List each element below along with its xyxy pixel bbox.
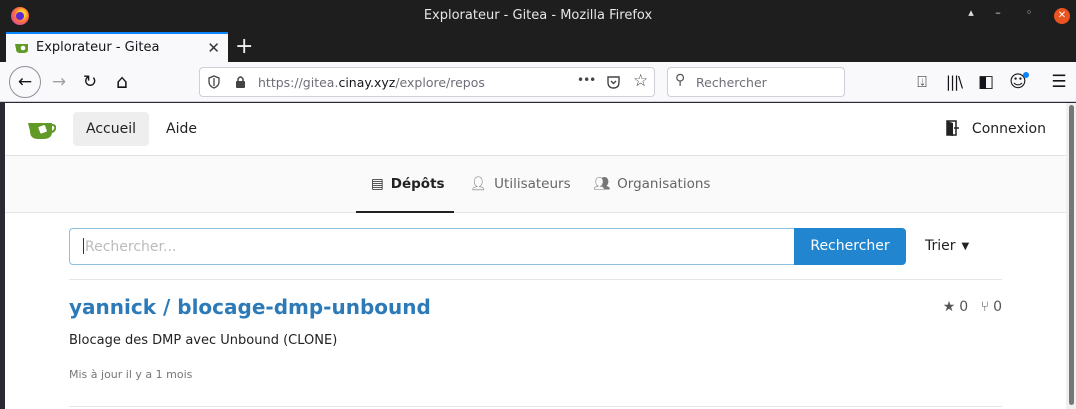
repo-search-input[interactable]: Rechercher... [69, 228, 794, 265]
bookmark-star-icon[interactable]: ☆ [633, 71, 648, 91]
window-close-button[interactable]: ✕ [1054, 8, 1070, 24]
tab-repositories-label: Dépôts [390, 176, 445, 192]
browser-toolbar: ← → ↻ ⌂ https://gitea.cinay.xyz/explore/… [0, 62, 1076, 102]
back-button[interactable]: ← [9, 66, 41, 98]
web-search-placeholder: Rechercher [696, 75, 767, 90]
browser-tab[interactable]: Explorateur - Gitea ✕ [6, 32, 228, 62]
repo-description: Blocage des DMP avec Unbound (CLONE) [69, 333, 338, 348]
tab-users[interactable]: 👤︎ Utilisateurs [470, 176, 571, 192]
page-scrollbar[interactable] [1066, 103, 1076, 409]
shield-icon[interactable] [208, 75, 220, 89]
sort-label: Trier [925, 238, 956, 254]
search-button[interactable]: Rechercher [794, 228, 906, 265]
site-header: Accueil Aide Connexion [5, 103, 1066, 156]
gitea-logo-icon[interactable] [26, 119, 56, 141]
divider [69, 279, 1002, 280]
new-tab-button[interactable]: + [235, 34, 253, 59]
repo-book-icon: ▤ [371, 176, 384, 192]
page-actions-icon[interactable]: ••• [577, 73, 596, 87]
pocket-icon[interactable] [606, 75, 621, 90]
repo-updated-time: Mis à jour il y a 1 mois [69, 368, 193, 381]
library-icon[interactable]: |||\ [940, 68, 968, 96]
divider [69, 406, 1002, 407]
repo-search-placeholder: Rechercher... [85, 239, 177, 255]
web-search-input[interactable]: ⚲ Rechercher [667, 67, 845, 97]
nav-home-link[interactable]: Accueil [73, 112, 149, 146]
explore-tabs: ▤ Dépôts 👤︎ Utilisateurs 👥︎ Organisations [5, 156, 1066, 213]
downloads-icon[interactable]: ⍗ [908, 68, 936, 96]
window-title: Explorateur - Gitea - Mozilla Firefox [423, 8, 653, 23]
nav-help-link[interactable]: Aide [153, 112, 210, 146]
url-bar[interactable]: https://gitea.cinay.xyz/explore/repos ••… [199, 67, 655, 97]
fork-count: 0 [993, 299, 1002, 315]
tab-strip: Explorateur - Gitea ✕ + [0, 32, 1076, 62]
tab-organizations[interactable]: 👥︎ Organisations [593, 176, 710, 192]
search-icon: ⚲ [675, 72, 686, 88]
sidebar-icon[interactable]: ◧ [972, 68, 1000, 96]
sort-dropdown[interactable]: Trier ▼ [925, 238, 969, 254]
person-icon: 👤︎ [470, 176, 488, 192]
repo-name-link[interactable]: yannick / blocage-dmp-unbound [69, 295, 431, 319]
organization-icon: 👥︎ [593, 176, 611, 192]
reload-button[interactable]: ↻ [76, 68, 104, 96]
forward-button[interactable]: → [45, 68, 73, 96]
signin-label: Connexion [971, 121, 1046, 137]
gitea-favicon-icon [15, 44, 28, 53]
tab-repositories[interactable]: ▤ Dépôts [371, 176, 445, 192]
window-maximize-button[interactable]: ◦ [1020, 6, 1038, 19]
caret-down-icon: ▼ [961, 241, 970, 252]
url-text: https://gitea.cinay.xyz/explore/repos [258, 75, 485, 90]
tab-users-label: Utilisateurs [494, 176, 571, 192]
page-content: Accueil Aide Connexion ▤ Dépôts 👤︎ Utilisa… [5, 103, 1066, 409]
window-shade-button[interactable]: ▴ [962, 6, 980, 19]
tab-organizations-label: Organisations [617, 176, 711, 192]
tab-label: Explorateur - Gitea [36, 40, 160, 55]
window-titlebar: Explorateur - Gitea - Mozilla Firefox ▴ … [0, 0, 1076, 32]
sign-in-icon [946, 120, 959, 136]
account-notification-dot [1023, 72, 1029, 78]
signin-link[interactable]: Connexion [946, 112, 1046, 146]
tab-close-button[interactable]: ✕ [207, 39, 220, 57]
text-caret [83, 238, 84, 254]
home-button[interactable]: ⌂ [108, 68, 136, 96]
scrollbar-thumb[interactable] [1069, 105, 1074, 405]
repo-stats: ★ 0 ⑂ 0 [939, 299, 1002, 315]
fork-icon: ⑂ [980, 299, 990, 315]
star-count: 0 [959, 299, 969, 315]
star-icon: ★ [942, 299, 956, 315]
window-minimize-button[interactable]: – [989, 6, 1007, 19]
menu-icon[interactable]: ☰ [1045, 68, 1073, 96]
lock-icon[interactable] [235, 75, 246, 89]
active-tab-indicator [356, 211, 454, 213]
